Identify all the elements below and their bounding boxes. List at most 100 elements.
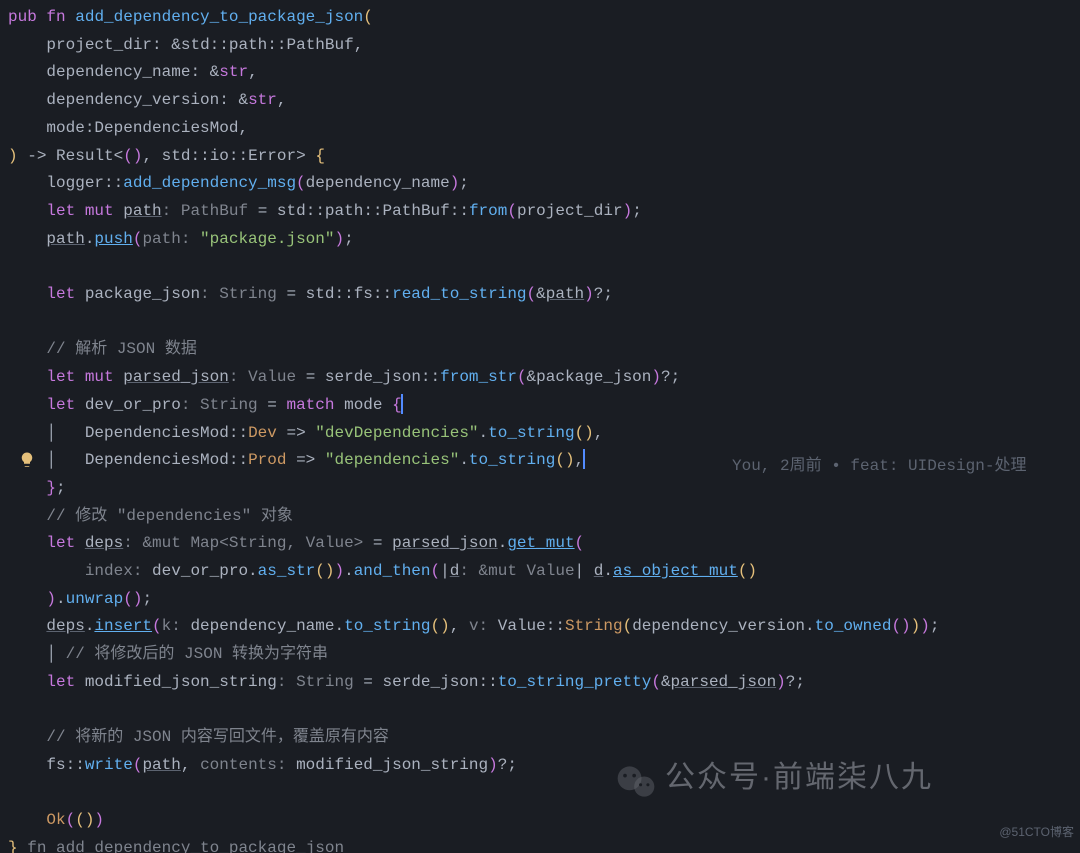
fn-call: read_to_string: [392, 285, 526, 303]
type: Error: [248, 147, 296, 165]
fn-call: to_string: [469, 451, 555, 469]
param: dependency_version: [46, 91, 219, 109]
path-seg: serde_json: [325, 368, 421, 386]
comment: // 将新的 JSON 内容写回文件，覆盖原有内容: [46, 728, 388, 746]
fn-call: to_string_pretty: [498, 673, 652, 691]
git-blame-annotation: You, 2周前 • feat: UIDesign-处理: [732, 453, 1026, 481]
enum: DependenciesMod: [85, 424, 229, 442]
ident: d: [594, 562, 604, 580]
path-seg: fs: [354, 285, 373, 303]
path-seg: fs: [46, 756, 65, 774]
variable: path: [546, 285, 584, 303]
string: "devDependencies": [315, 424, 478, 442]
fn-call: add_dependency_msg: [123, 174, 296, 192]
fn-call: push: [94, 230, 132, 248]
type: str: [248, 91, 277, 109]
comment: // 将修改后的 JSON 转换为字符串: [56, 645, 328, 663]
fn-call: and_then: [354, 562, 431, 580]
fn-call: from: [469, 202, 507, 220]
inlay-hint: : &mut Value: [459, 562, 574, 580]
enum-variant: Ok: [46, 811, 65, 829]
code-editor[interactable]: pub fn add_dependency_to_package_json( p…: [0, 0, 1080, 853]
path-seg: std: [181, 36, 210, 54]
type: Value: [498, 617, 546, 635]
param: dependency_name: [46, 63, 190, 81]
wechat-icon: [614, 760, 658, 815]
variable: parsed_json: [123, 368, 229, 386]
inlay-hint: contents:: [200, 756, 296, 774]
comment: // 修改 "dependencies" 对象: [46, 507, 292, 525]
enum: DependenciesMod: [85, 451, 229, 469]
variable: parsed_json: [671, 673, 777, 691]
keyword: pub: [8, 8, 37, 26]
fn-call: to_string: [488, 424, 574, 442]
inlay-hint: : String: [181, 396, 258, 414]
path-seg: std: [277, 202, 306, 220]
ident: dependency_name: [306, 174, 450, 192]
enum-variant: String: [565, 617, 623, 635]
fn-call: to_owned: [815, 617, 892, 635]
inlay-hint: index:: [85, 562, 152, 580]
string: "package.json": [200, 230, 334, 248]
ident: package_json: [536, 368, 651, 386]
lightbulb-icon[interactable]: [18, 451, 36, 469]
keyword: let: [46, 396, 75, 414]
ident: modified_json_string: [296, 756, 488, 774]
inlay-hint: : PathBuf: [162, 202, 248, 220]
fn-call: as_object_mut: [613, 562, 738, 580]
type: DependenciesMod: [94, 119, 238, 137]
ident: mode: [344, 396, 382, 414]
inlay-hint: : String: [277, 673, 354, 691]
code-block[interactable]: pub fn add_dependency_to_package_json( p…: [8, 4, 939, 853]
fn-call: insert: [94, 617, 152, 635]
op: =: [258, 202, 268, 220]
text-cursor: [401, 394, 403, 414]
keyword: let: [46, 285, 75, 303]
inlay-hint: : Value: [229, 368, 296, 386]
fn-call: from_str: [440, 368, 517, 386]
type: Result: [56, 147, 114, 165]
keyword: mut: [85, 368, 114, 386]
ident: dependency_name: [190, 617, 334, 635]
variable: package_json: [85, 285, 200, 303]
inlay-hint: : String: [200, 285, 277, 303]
keyword: match: [286, 396, 334, 414]
keyword: fn: [46, 8, 65, 26]
path-seg: path: [325, 202, 363, 220]
inlay-hint: k:: [162, 617, 191, 635]
type: PathBuf: [286, 36, 353, 54]
ident: logger: [46, 174, 104, 192]
keyword: let: [46, 534, 75, 552]
variable: deps: [85, 534, 123, 552]
variable: path: [46, 230, 84, 248]
fn-call: to_string: [344, 617, 430, 635]
text-cursor: [583, 449, 585, 469]
param: mode: [46, 119, 84, 137]
ident: dependency_version: [632, 617, 805, 635]
variable: path: [142, 756, 180, 774]
inlay-hint: : &mut Map<String, Value>: [123, 534, 363, 552]
variable: path: [123, 202, 161, 220]
closing-label: fn add_dependency_to_package_json: [27, 839, 344, 853]
ident: d: [450, 562, 460, 580]
path-seg: std: [162, 147, 191, 165]
variable: deps: [46, 617, 84, 635]
enum-variant: Prod: [248, 451, 286, 469]
ident: project_dir: [517, 202, 623, 220]
fn-call: as_str: [258, 562, 316, 580]
keyword: mut: [85, 202, 114, 220]
fn-call: get_mut: [507, 534, 574, 552]
fn-name: add_dependency_to_package_json: [75, 8, 363, 26]
ident: dev_or_pro: [152, 562, 248, 580]
comment: // 解析 JSON 数据: [46, 340, 196, 358]
watermark-text: 公众号·前端柒八九: [665, 764, 933, 792]
inlay-hint: path:: [142, 230, 200, 248]
type: str: [219, 63, 248, 81]
variable: modified_json_string: [85, 673, 277, 691]
path-seg: io: [210, 147, 229, 165]
param: project_dir: [46, 36, 152, 54]
variable: dev_or_pro: [85, 396, 181, 414]
type: PathBuf: [383, 202, 450, 220]
path-seg: serde_json: [382, 673, 478, 691]
corner-attribution: @51CTO博客: [999, 819, 1074, 847]
